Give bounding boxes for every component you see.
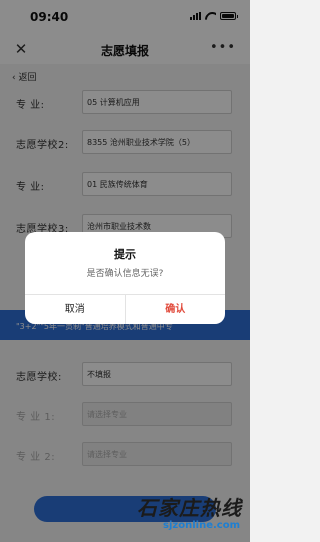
- cancel-button[interactable]: 取消: [25, 295, 126, 324]
- dialog-title: 提示: [114, 248, 136, 261]
- dialog-actions: 取消 确认: [25, 294, 225, 324]
- dialog-message: 是否确认信息无误?: [86, 269, 164, 279]
- watermark-domain: sjzonline.com: [163, 520, 240, 531]
- watermark-chinese: 石家庄热线: [137, 496, 242, 520]
- site-watermark: 石家庄热线 sjzonline.com: [114, 492, 244, 538]
- confirm-button[interactable]: 确认: [126, 295, 226, 324]
- confirm-dialog: 提示 是否确认信息无误? 取消 确认: [25, 232, 225, 324]
